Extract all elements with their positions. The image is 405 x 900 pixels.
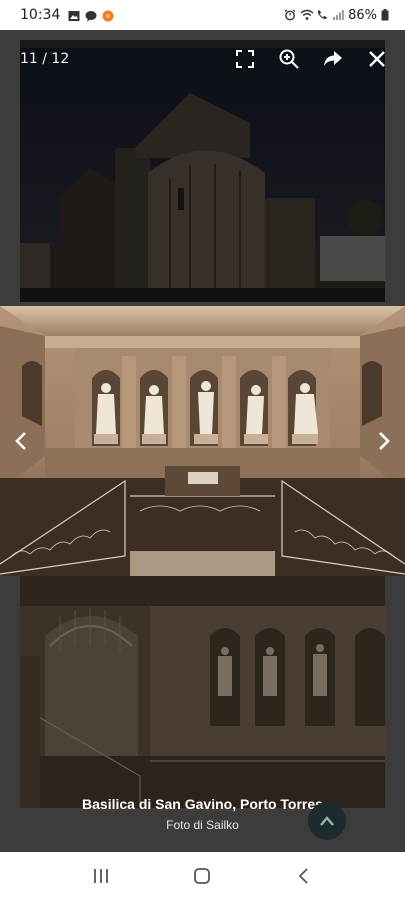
status-time: 10:34 [20,7,61,23]
chat-icon [85,9,97,22]
close-icon[interactable] [367,49,387,69]
image-counter: 11 / 12 [20,51,70,67]
chevron-right-icon [379,432,390,450]
status-right: 86% [284,8,393,23]
photo-basilica-exterior [20,48,385,302]
chevron-left-icon [15,432,26,450]
photo-basilica-interior [20,576,385,808]
status-left-icons [68,9,114,22]
gallery-icon [68,9,80,21]
viewer-toolbar: 11 / 12 [0,46,405,72]
home-icon[interactable] [182,856,222,896]
image-viewer: 11 / 12 Basilica di San Gavino, Porto To… [0,30,405,852]
system-nav-bar [0,852,405,900]
back-icon[interactable] [284,856,324,896]
wifi-icon [300,9,314,21]
next-image-button[interactable] [369,422,399,460]
photo-basilica-crypt [0,306,405,576]
zoom-in-icon[interactable] [279,49,299,69]
call-icon [316,9,328,21]
signal-icon [332,9,344,21]
share-icon[interactable] [323,49,343,69]
scroll-up-button[interactable] [308,802,346,840]
status-bar: 10:34 86% [0,0,405,30]
battery-icon [381,9,393,21]
alarm-icon [284,9,296,21]
battery-percent: 86% [348,7,377,23]
recent-apps-icon[interactable] [81,856,121,896]
toolbar-actions [235,49,387,69]
chevron-up-icon [320,816,334,826]
notification-dot-icon [102,9,114,22]
fullscreen-icon[interactable] [235,49,255,69]
previous-image-button[interactable] [6,422,36,460]
screen: 10:34 86% 11 / 12 Basilica di San Gavino… [0,0,405,900]
caption-title: Basilica di San Gavino, Porto Torres [82,796,323,812]
